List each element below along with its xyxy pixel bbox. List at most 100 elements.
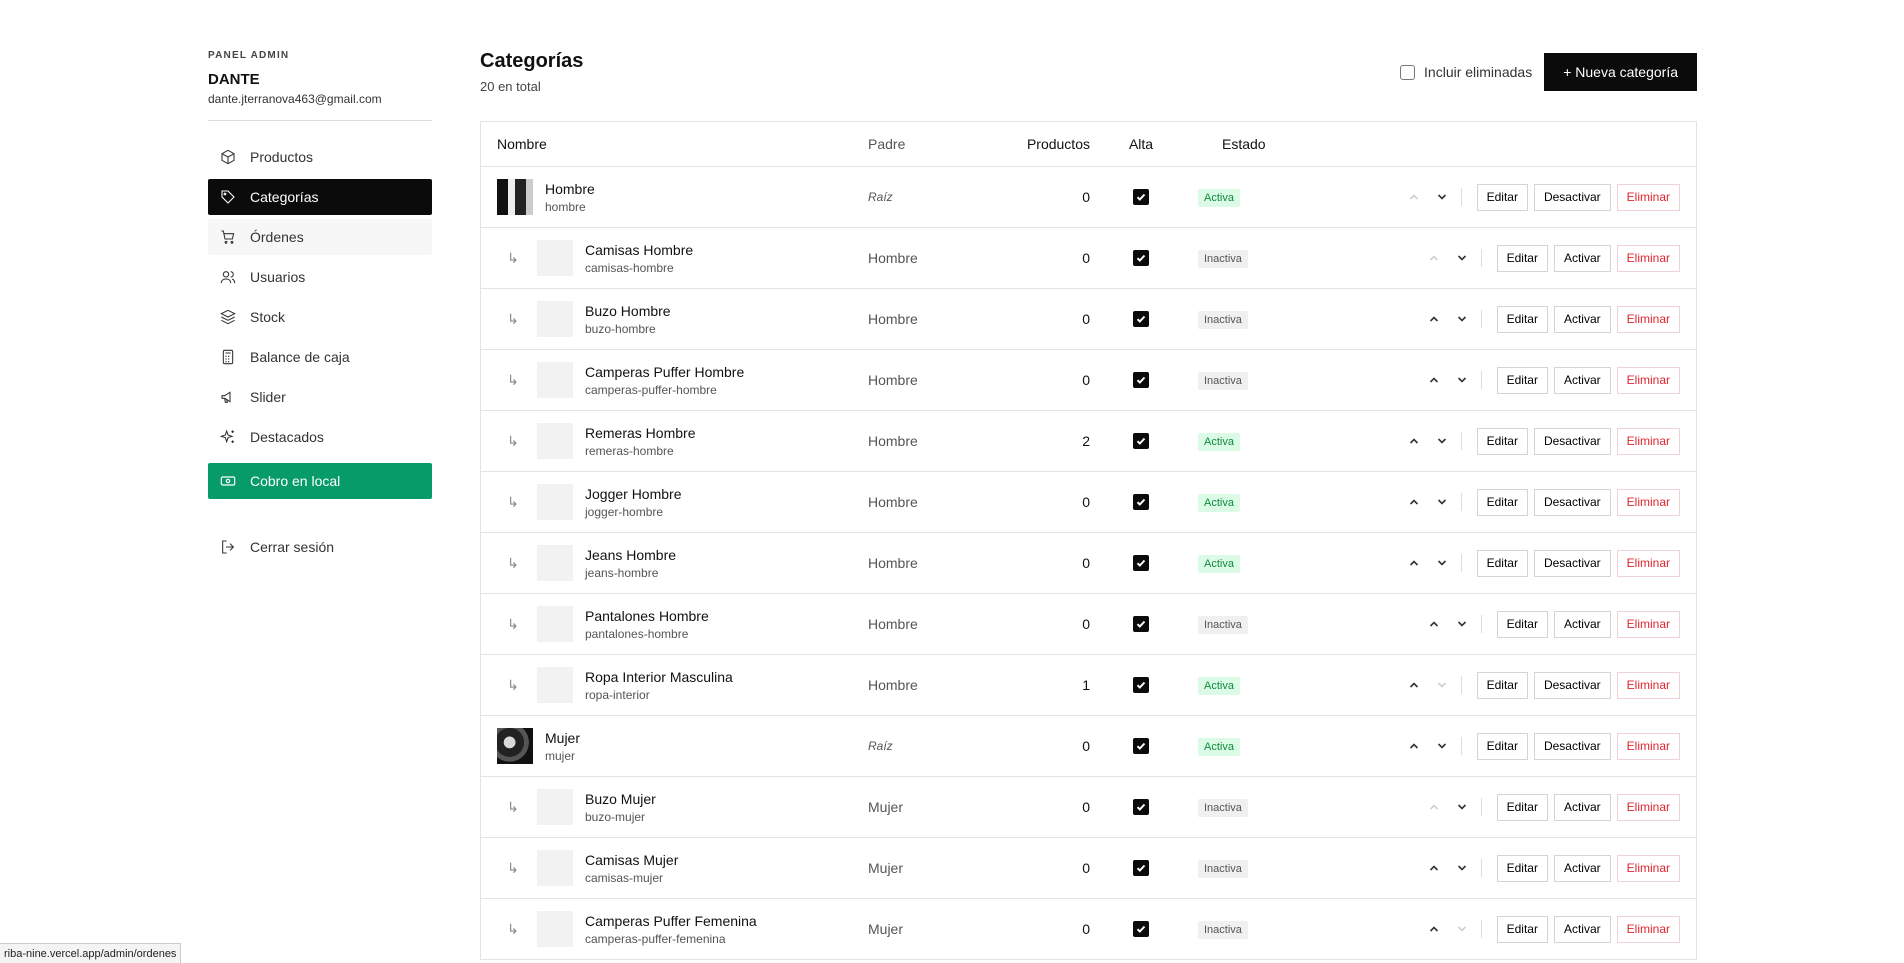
deactivate-button[interactable]: Desactivar (1533, 183, 1611, 211)
deactivate-button[interactable]: Desactivar (1533, 671, 1611, 699)
sidebar-item-slider[interactable]: Slider (208, 379, 432, 415)
move-up-button[interactable] (1425, 798, 1443, 816)
activate-button[interactable]: Activar (1553, 915, 1611, 943)
check-icon (1136, 742, 1146, 750)
deactivate-button[interactable]: Desactivar (1533, 732, 1611, 760)
delete-button[interactable]: Eliminar (1616, 305, 1680, 333)
sidebar-item-destacados[interactable]: Destacados (208, 419, 432, 455)
move-down-button[interactable] (1433, 676, 1451, 694)
deactivate-button[interactable]: Desactivar (1533, 488, 1611, 516)
logout-button[interactable]: Cerrar sesión (208, 529, 432, 565)
move-up-button[interactable] (1405, 554, 1423, 572)
include-deleted-toggle[interactable]: Incluir eliminadas (1400, 64, 1532, 80)
delete-button[interactable]: Eliminar (1616, 244, 1680, 272)
sidebar-item-balance[interactable]: Balance de caja (208, 339, 432, 375)
row-name-cell: ↳ Jogger Hombre jogger-hombre (481, 484, 868, 520)
delete-button[interactable]: Eliminar (1616, 854, 1680, 882)
delete-button[interactable]: Eliminar (1616, 732, 1680, 760)
edit-button[interactable]: Editar (1496, 244, 1548, 272)
deactivate-button[interactable]: Desactivar (1533, 549, 1611, 577)
alta-checkbox[interactable] (1133, 921, 1149, 937)
new-category-button[interactable]: + Nueva categoría (1544, 53, 1697, 91)
edit-button[interactable]: Editar (1496, 305, 1548, 333)
subcategory-arrow-icon: ↳ (507, 493, 519, 510)
alta-checkbox[interactable] (1133, 433, 1149, 449)
move-up-button[interactable] (1405, 737, 1423, 755)
category-name: Jeans Hombre (585, 546, 677, 563)
alta-checkbox[interactable] (1133, 250, 1149, 266)
move-down-button[interactable] (1453, 859, 1471, 877)
edit-button[interactable]: Editar (1476, 671, 1528, 699)
alta-checkbox[interactable] (1133, 494, 1149, 510)
activate-button[interactable]: Activar (1553, 366, 1611, 394)
alta-checkbox[interactable] (1133, 555, 1149, 571)
include-deleted-checkbox[interactable] (1400, 64, 1416, 80)
move-up-button[interactable] (1405, 188, 1423, 206)
sidebar-item-categorias[interactable]: Categorías (208, 179, 432, 215)
delete-button[interactable]: Eliminar (1616, 366, 1680, 394)
edit-button[interactable]: Editar (1476, 549, 1528, 577)
move-down-button[interactable] (1453, 920, 1471, 938)
move-down-button[interactable] (1433, 432, 1451, 450)
activate-button[interactable]: Activar (1553, 793, 1611, 821)
alta-checkbox[interactable] (1133, 860, 1149, 876)
move-up-button[interactable] (1425, 249, 1443, 267)
sidebar-item-cobro-en-local[interactable]: Cobro en local (208, 463, 432, 499)
edit-button[interactable]: Editar (1496, 915, 1548, 943)
chevron-up-icon (1428, 862, 1440, 874)
move-down-button[interactable] (1433, 554, 1451, 572)
edit-button[interactable]: Editar (1496, 854, 1548, 882)
move-up-button[interactable] (1405, 493, 1423, 511)
alta-checkbox[interactable] (1133, 738, 1149, 754)
edit-button[interactable]: Editar (1496, 793, 1548, 821)
activate-button[interactable]: Activar (1553, 610, 1611, 638)
move-up-button[interactable] (1425, 371, 1443, 389)
move-down-button[interactable] (1433, 188, 1451, 206)
edit-button[interactable]: Editar (1476, 183, 1528, 211)
alta-checkbox[interactable] (1133, 189, 1149, 205)
alta-checkbox[interactable] (1133, 372, 1149, 388)
move-down-button[interactable] (1433, 493, 1451, 511)
edit-button[interactable]: Editar (1476, 427, 1528, 455)
move-up-button[interactable] (1425, 859, 1443, 877)
move-down-button[interactable] (1453, 798, 1471, 816)
sidebar-item-ordenes[interactable]: Órdenes (208, 219, 432, 255)
deactivate-button[interactable]: Desactivar (1533, 427, 1611, 455)
delete-button[interactable]: Eliminar (1616, 549, 1680, 577)
header-estado: Estado (1222, 136, 1266, 152)
alta-checkbox[interactable] (1133, 616, 1149, 632)
delete-button[interactable]: Eliminar (1616, 793, 1680, 821)
edit-button[interactable]: Editar (1496, 610, 1548, 638)
move-up-button[interactable] (1425, 615, 1443, 633)
move-down-button[interactable] (1453, 371, 1471, 389)
delete-button[interactable]: Eliminar (1616, 488, 1680, 516)
move-down-button[interactable] (1453, 310, 1471, 328)
activate-button[interactable]: Activar (1553, 244, 1611, 272)
category-thumbnail (537, 423, 573, 459)
move-down-button[interactable] (1453, 249, 1471, 267)
move-up-button[interactable] (1405, 676, 1423, 694)
sidebar-item-usuarios[interactable]: Usuarios (208, 259, 432, 295)
delete-button[interactable]: Eliminar (1616, 427, 1680, 455)
sidebar-item-stock[interactable]: Stock (208, 299, 432, 335)
edit-button[interactable]: Editar (1496, 366, 1548, 394)
activate-button[interactable]: Activar (1553, 305, 1611, 333)
move-down-button[interactable] (1453, 615, 1471, 633)
move-up-button[interactable] (1425, 310, 1443, 328)
delete-button[interactable]: Eliminar (1616, 915, 1680, 943)
alta-checkbox[interactable] (1133, 311, 1149, 327)
cart-icon (221, 230, 235, 244)
actions-divider (1480, 249, 1482, 267)
activate-button[interactable]: Activar (1553, 854, 1611, 882)
delete-button[interactable]: Eliminar (1616, 183, 1680, 211)
edit-button[interactable]: Editar (1476, 732, 1528, 760)
move-up-button[interactable] (1425, 920, 1443, 938)
delete-button[interactable]: Eliminar (1616, 610, 1680, 638)
move-down-button[interactable] (1433, 737, 1451, 755)
edit-button[interactable]: Editar (1476, 488, 1528, 516)
alta-checkbox[interactable] (1133, 677, 1149, 693)
sidebar-item-productos[interactable]: Productos (208, 139, 432, 175)
move-up-button[interactable] (1405, 432, 1423, 450)
delete-button[interactable]: Eliminar (1616, 671, 1680, 699)
alta-checkbox[interactable] (1133, 799, 1149, 815)
